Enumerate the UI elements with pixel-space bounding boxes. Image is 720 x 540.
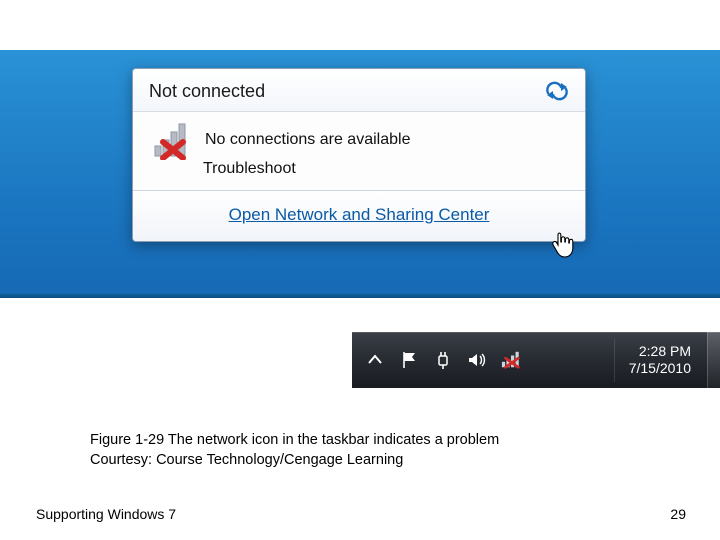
status-row: No connections are available <box>133 112 585 160</box>
clock-time: 2:28 PM <box>629 343 691 361</box>
volume-speaker-icon[interactable] <box>466 349 488 371</box>
flyout-header: Not connected <box>133 69 585 112</box>
caption-line-2: Courtesy: Course Technology/Cengage Lear… <box>90 450 650 470</box>
no-connections-label: No connections are available <box>205 131 410 149</box>
network-flyout: Not connected <box>132 68 586 242</box>
hand-cursor-icon <box>550 230 576 265</box>
network-tray-error-icon[interactable] <box>500 349 522 371</box>
clock-date: 7/15/2010 <box>629 360 691 378</box>
system-tray <box>352 349 522 371</box>
taskbar-clock[interactable]: 2:28 PM 7/15/2010 <box>614 339 707 382</box>
signal-bars-error-icon <box>153 120 195 160</box>
figure-caption: Figure 1-29 The network icon in the task… <box>90 430 650 471</box>
footer-title: Supporting Windows 7 <box>36 506 176 522</box>
action-center-flag-icon[interactable] <box>398 349 420 371</box>
tray-chevron-up-icon[interactable] <box>364 349 386 371</box>
power-plug-icon[interactable] <box>432 349 454 371</box>
caption-line-1: Figure 1-29 The network icon in the task… <box>90 430 650 450</box>
page-number: 29 <box>670 506 686 522</box>
open-network-sharing-link[interactable]: Open Network and Sharing Center <box>229 205 490 224</box>
refresh-icon[interactable] <box>543 79 571 103</box>
troubleshoot-link[interactable]: Troubleshoot <box>133 160 585 190</box>
taskbar: 2:28 PM 7/15/2010 <box>352 332 720 388</box>
flyout-footer: Open Network and Sharing Center <box>133 190 585 241</box>
flyout-title: Not connected <box>149 81 265 102</box>
show-desktop-button[interactable] <box>707 332 720 388</box>
